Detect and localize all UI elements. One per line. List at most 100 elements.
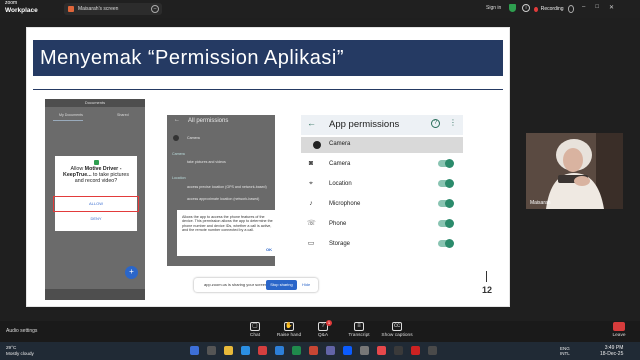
phone2-section-camera: Camera bbox=[172, 152, 185, 156]
meeting-toolbar: Audio settings ▢ Chat ✋ Raise hand 1 ? Q… bbox=[0, 320, 640, 342]
more-vert-icon: ⋮ bbox=[449, 118, 457, 127]
phone2-approx-location: access approximate location (network-bas… bbox=[187, 197, 260, 201]
info-icon[interactable]: i bbox=[522, 4, 530, 12]
app-permissions-title: App permissions bbox=[329, 119, 400, 130]
close-window-icon[interactable]: ✕ bbox=[609, 4, 614, 11]
recording-indicator[interactable]: Recording bbox=[530, 3, 574, 15]
phone-screenshot-all-permissions: ← All permissions Camera Camera take pic… bbox=[167, 115, 275, 266]
permission-row-microphone: ♪ Microphone bbox=[301, 195, 463, 215]
taskbar-app-icon[interactable] bbox=[360, 346, 369, 355]
camera-header-row: Camera bbox=[301, 137, 463, 153]
windows-start-icon[interactable] bbox=[190, 346, 199, 355]
phone-screenshot-app-permissions: ← App permissions ? ⋮ Camera ◙ Camera ⌖ … bbox=[301, 115, 463, 265]
permission-toggle bbox=[438, 199, 454, 208]
screen-sharing-bar: app.zoom.us is sharing your screen. Stop… bbox=[194, 278, 318, 292]
chat-icon: ▢ bbox=[250, 322, 260, 331]
presentation-slide: Menyemak “Permission Aplikasi” Documents… bbox=[26, 27, 510, 307]
phone1-tabs: My Documents Shared bbox=[45, 111, 145, 119]
zoom-icon[interactable] bbox=[343, 346, 352, 355]
raise-hand-label: Raise hand bbox=[276, 333, 302, 338]
permission-label: Location bbox=[329, 181, 352, 187]
permission-toggle bbox=[438, 219, 454, 228]
leave-button[interactable]: Leave bbox=[606, 322, 632, 338]
permission-toggle bbox=[438, 179, 454, 188]
zoom-workplace-logo: zoom Workplace bbox=[5, 0, 38, 14]
permission-label: Camera bbox=[329, 161, 351, 167]
transcript-button[interactable]: ≡ Transcript bbox=[340, 322, 378, 338]
phone-permission-dialog: Allows the app to access the phone featu… bbox=[177, 210, 275, 256]
sign-in-button[interactable]: Sign in bbox=[486, 5, 501, 11]
show-captions-button[interactable]: cc Show captions bbox=[378, 322, 416, 338]
maximize-icon[interactable]: □ bbox=[595, 4, 599, 11]
chrome-icon[interactable] bbox=[258, 346, 267, 355]
weather-widget[interactable]: 29°C Mostly cloudy bbox=[6, 345, 34, 356]
search-icon[interactable] bbox=[207, 346, 216, 355]
phone1-tab-shared: Shared bbox=[117, 113, 129, 117]
chat-button[interactable]: ▢ Chat bbox=[236, 322, 274, 338]
teams-icon[interactable] bbox=[326, 346, 335, 355]
audio-settings-button[interactable]: Audio settings bbox=[6, 328, 37, 334]
phone-icon: ☏ bbox=[307, 220, 316, 227]
permission-row-phone: ☏ Phone bbox=[301, 215, 463, 235]
lang-bottom: INTL bbox=[560, 351, 570, 356]
permission-row-camera: ◙ Camera bbox=[301, 155, 463, 175]
location-icon: ⌖ bbox=[309, 180, 313, 187]
brand-top-text: zoom bbox=[5, 0, 18, 6]
pause-recording-icon[interactable] bbox=[567, 5, 574, 13]
zoom-title-bar: zoom Workplace Maisarah's screen – Sign … bbox=[0, 0, 640, 18]
permission-label: Storage bbox=[329, 241, 351, 247]
phone-screenshot-permission-dialog: Documents My Documents Shared Allow Moti… bbox=[45, 99, 145, 300]
edge-icon[interactable] bbox=[241, 346, 250, 355]
app-permissions-header: ← App permissions ? ⋮ bbox=[301, 115, 463, 135]
title-divider bbox=[33, 89, 503, 90]
language-indicator[interactable]: ENG INTL bbox=[560, 346, 570, 356]
shared-screen-tab[interactable]: Maisarah's screen – bbox=[64, 3, 162, 15]
brand-bottom-text: Workplace bbox=[5, 6, 38, 14]
raise-hand-button[interactable]: ✋ Raise hand bbox=[270, 322, 308, 338]
taskbar-app-icon[interactable] bbox=[411, 346, 420, 355]
window-controls: – □ ✕ bbox=[582, 4, 614, 11]
excel-icon[interactable] bbox=[292, 346, 301, 355]
permission-message: Allow Motive Driver - KeepTrue... to tak… bbox=[55, 166, 137, 184]
transcript-label: Transcript bbox=[348, 333, 370, 338]
minimize-icon[interactable]: – bbox=[582, 4, 585, 11]
hide-button[interactable]: Hide bbox=[302, 282, 310, 287]
qa-button[interactable]: 1 ? Q&A bbox=[304, 320, 342, 338]
slide-title: Menyemak “Permission Aplikasi” bbox=[33, 40, 503, 76]
participant-video-tile[interactable]: Maisarah bbox=[526, 133, 623, 209]
camera-lens-icon bbox=[313, 141, 321, 149]
close-tab-icon[interactable]: – bbox=[151, 5, 159, 13]
back-arrow-icon: ← bbox=[174, 117, 180, 123]
phone2-take-pictures: take pictures and videos bbox=[187, 160, 226, 164]
permission-label: Microphone bbox=[329, 201, 361, 207]
camera-icon: ◙ bbox=[308, 160, 314, 167]
permission-row-storage: ▭ Storage bbox=[301, 235, 463, 255]
page-divider bbox=[486, 271, 487, 282]
slide-page-number: 12 bbox=[482, 285, 493, 295]
participant-video bbox=[526, 133, 623, 209]
camera-header-label: Camera bbox=[329, 141, 351, 147]
taskbar-app-icon[interactable] bbox=[377, 346, 386, 355]
qa-badge: 1 bbox=[326, 320, 332, 326]
file-explorer-icon[interactable] bbox=[224, 346, 233, 355]
powerpoint-icon[interactable] bbox=[309, 346, 318, 355]
system-clock[interactable]: 3:49 PM 18-Dec-25 bbox=[600, 345, 623, 357]
taskbar-app-icon[interactable] bbox=[394, 346, 403, 355]
permission-toggle bbox=[438, 239, 454, 248]
phone1-tab-indicator bbox=[53, 120, 83, 121]
clock-date: 18-Dec-25 bbox=[600, 351, 624, 357]
stop-sharing-button[interactable]: Stop sharing bbox=[266, 280, 297, 290]
weather-description: Mostly cloudy bbox=[6, 350, 34, 356]
help-icon: ? bbox=[431, 119, 440, 128]
captions-label: Show captions bbox=[381, 333, 413, 338]
phone-permission-text: Allows the app to access the phone featu… bbox=[182, 215, 273, 233]
taskbar-app-icon[interactable] bbox=[428, 346, 437, 355]
word-icon[interactable] bbox=[275, 346, 284, 355]
shared-screen-label: Maisarah's screen bbox=[78, 6, 119, 12]
sharing-notice: app.zoom.us is sharing your screen. bbox=[204, 282, 269, 287]
permission-dialog: Allow Motive Driver - KeepTrue... to tak… bbox=[53, 156, 139, 231]
phone2-camera: Camera bbox=[187, 136, 200, 140]
phone2-precise-location: access precise location (GPS and network… bbox=[187, 185, 267, 189]
transcript-icon: ≡ bbox=[354, 322, 364, 331]
security-shield-icon[interactable] bbox=[509, 4, 516, 12]
